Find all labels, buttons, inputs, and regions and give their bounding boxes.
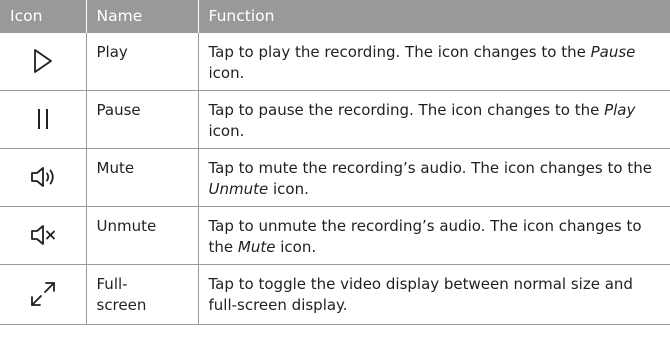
row-description: Tap to toggle the video display between … bbox=[197, 263, 670, 325]
table-row: Play Tap to play the recording. The icon… bbox=[0, 31, 670, 91]
row-description: Tap to mute the recording’s audio. The i… bbox=[197, 147, 670, 207]
table-row: Pause Tap to pause the recording. The ic… bbox=[0, 89, 670, 149]
table-row: Unmute Tap to unmute the recording’s aud… bbox=[0, 205, 670, 265]
header-name: Name bbox=[86, 0, 199, 32]
row-name: Unmute bbox=[85, 205, 199, 265]
row-name: Full- screen bbox=[85, 263, 199, 325]
header-icon: Icon bbox=[0, 0, 87, 32]
icon-reference-table: Icon Name Function Play Tap to play the … bbox=[0, 0, 670, 325]
row-name: Pause bbox=[85, 89, 199, 149]
row-description: Tap to unmute the recording’s audio. The… bbox=[197, 205, 670, 265]
fullscreen-icon bbox=[0, 279, 86, 309]
row-description: Tap to play the recording. The icon chan… bbox=[197, 31, 670, 91]
header-function: Function bbox=[198, 0, 670, 32]
table-row: Full- screen Tap to toggle the video dis… bbox=[0, 263, 670, 325]
table-row: Mute Tap to mute the recording’s audio. … bbox=[0, 147, 670, 207]
mute-icon bbox=[0, 165, 86, 189]
pause-icon bbox=[0, 106, 86, 132]
row-name: Mute bbox=[85, 147, 199, 207]
unmute-icon bbox=[0, 223, 86, 247]
table-header-row: Icon Name Function bbox=[0, 0, 670, 32]
row-name: Play bbox=[85, 31, 199, 91]
play-icon bbox=[0, 48, 86, 74]
row-description: Tap to pause the recording. The icon cha… bbox=[197, 89, 670, 149]
